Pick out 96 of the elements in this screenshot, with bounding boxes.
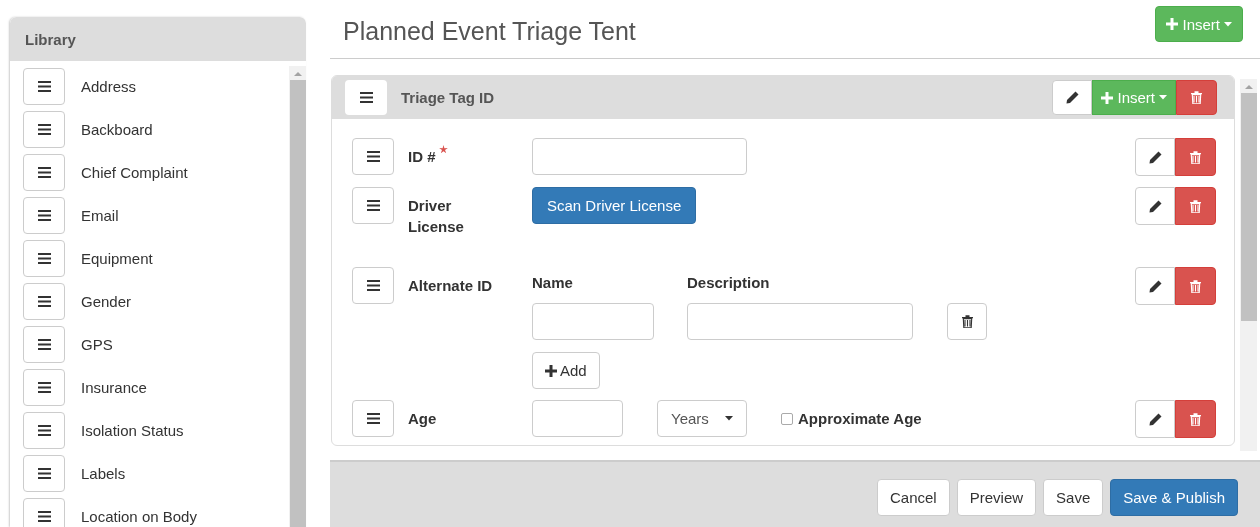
field-label: Driver License [408, 196, 465, 237]
trash-icon [1190, 199, 1201, 213]
drag-handle-icon [37, 468, 51, 479]
drag-handle-icon [37, 382, 51, 393]
drag-handle[interactable] [352, 267, 394, 304]
library-item[interactable]: Labels [81, 465, 126, 482]
drag-handle-icon [37, 253, 51, 264]
section-title: Triage Tag ID [401, 89, 496, 106]
edit-button[interactable] [1052, 80, 1093, 115]
delete-button[interactable] [1176, 80, 1217, 115]
drag-handle[interactable] [23, 111, 65, 148]
trash-icon [961, 315, 973, 328]
scrollbar[interactable] [289, 66, 306, 527]
pencil-icon [1148, 279, 1162, 293]
library-item[interactable]: Address [81, 78, 137, 95]
delete-button[interactable] [1175, 400, 1216, 438]
caret-icon [1224, 21, 1232, 27]
drag-handle[interactable] [23, 240, 65, 277]
age-field[interactable] [532, 400, 623, 437]
caret-icon [725, 416, 733, 421]
delete-button[interactable] [1175, 267, 1216, 305]
drag-handle-icon [37, 296, 51, 307]
required-icon [438, 145, 448, 154]
library-item[interactable]: Insurance [81, 379, 147, 396]
plus-icon [545, 364, 557, 377]
edit-button[interactable] [1135, 400, 1175, 438]
drag-handle[interactable] [23, 197, 65, 234]
library-item[interactable]: Location on Body [81, 508, 197, 525]
library-item[interactable]: Gender [81, 293, 132, 310]
footer-button[interactable]: Cancel [877, 479, 950, 516]
scrollbar[interactable] [1240, 79, 1257, 451]
pencil-icon [1148, 150, 1162, 164]
footer-button[interactable]: Save [1043, 479, 1104, 516]
drag-handle-icon [37, 425, 51, 436]
name-field[interactable] [532, 303, 654, 340]
drag-handle-icon [37, 339, 51, 350]
plus-icon [1166, 18, 1179, 30]
drag-handle-icon [366, 200, 380, 211]
drag-handle-icon [366, 151, 380, 162]
drag-handle[interactable] [352, 400, 394, 437]
drag-handle-icon [366, 413, 380, 424]
drag-handle-icon [359, 92, 373, 103]
drag-handle-icon [37, 167, 51, 178]
drag-handle[interactable] [23, 154, 65, 191]
pencil-icon [1066, 91, 1079, 104]
drag-handle[interactable] [23, 498, 65, 527]
footer-button[interactable]: Preview [956, 479, 1037, 516]
column-header: Description [687, 274, 770, 291]
checkbox[interactable] [781, 412, 793, 425]
text-field[interactable] [532, 138, 747, 175]
trash-icon [1190, 279, 1201, 293]
drag-handle-icon [37, 210, 51, 221]
drag-handle[interactable] [23, 412, 65, 449]
field-label: Alternate ID [408, 276, 493, 296]
drag-handle-icon [366, 280, 380, 291]
delete-button[interactable] [1175, 187, 1216, 225]
drag-handle[interactable] [23, 283, 65, 320]
library-item[interactable]: GPS [81, 336, 113, 353]
delete-row-button[interactable] [947, 303, 987, 340]
drag-handle-icon [37, 81, 51, 92]
library-item[interactable]: Email [81, 207, 119, 224]
description-field[interactable] [687, 303, 913, 340]
pencil-icon [1148, 199, 1162, 213]
drag-handle[interactable] [23, 326, 65, 363]
drag-handle[interactable] [352, 138, 394, 175]
drag-handle-icon [37, 124, 51, 135]
library-item[interactable]: Equipment [81, 250, 153, 267]
drag-handle[interactable] [345, 80, 387, 115]
trash-icon [1190, 150, 1201, 164]
field-label: Age [408, 409, 437, 429]
plus-icon [1101, 91, 1114, 104]
library-item[interactable]: Isolation Status [81, 422, 184, 439]
add-button[interactable]: Add [532, 352, 600, 389]
trash-icon [1191, 91, 1202, 104]
edit-button[interactable] [1135, 138, 1175, 176]
drag-handle[interactable] [23, 455, 65, 492]
pencil-icon [1148, 412, 1162, 426]
edit-button[interactable] [1135, 267, 1175, 305]
drag-handle[interactable] [352, 187, 394, 224]
drag-handle-icon [37, 511, 51, 522]
caret-icon [1159, 95, 1167, 100]
edit-button[interactable] [1135, 187, 1175, 225]
library-item[interactable]: Chief Complaint [81, 164, 188, 181]
unit-dropdown[interactable]: Years [657, 400, 747, 437]
column-header: Name [532, 274, 574, 291]
trash-icon [1190, 412, 1201, 426]
library-item[interactable]: Backboard [81, 121, 153, 138]
scan-button[interactable]: Scan Driver License [532, 187, 697, 224]
panel-title: Library [10, 17, 306, 61]
delete-button[interactable] [1175, 138, 1216, 176]
checkbox-label: Approximate Age [798, 410, 922, 427]
drag-handle[interactable] [23, 369, 65, 406]
primary-button[interactable]: Save & Publish [1110, 479, 1238, 516]
page-title: Planned Event Triage Tent [343, 17, 636, 46]
drag-handle[interactable] [23, 68, 65, 105]
field-label: ID # [408, 147, 436, 167]
